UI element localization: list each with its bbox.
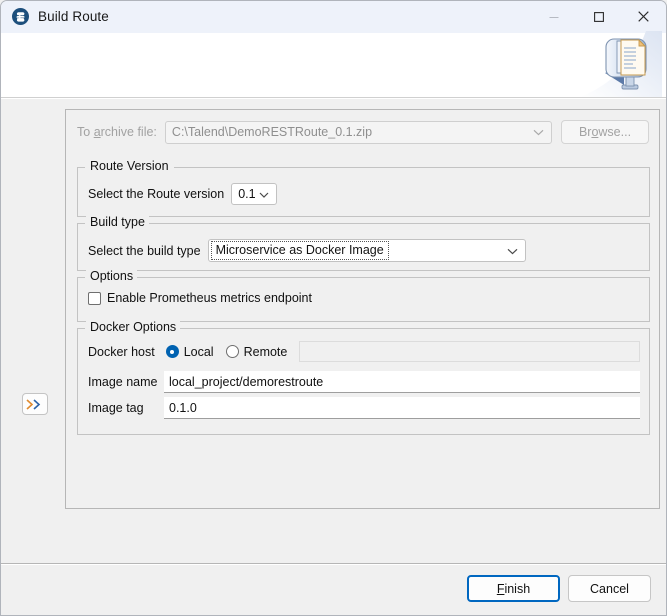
- prometheus-label: Enable Prometheus metrics endpoint: [107, 291, 312, 305]
- docker-host-local-label[interactable]: Local: [184, 345, 214, 359]
- image-name-label: Image name: [88, 375, 160, 389]
- build-type-value: Microservice as Docker Image: [211, 241, 389, 260]
- chevron-down-icon: [533, 123, 544, 141]
- docker-options-group-label: Docker Options: [86, 320, 180, 334]
- titlebar: Build Route: [1, 1, 666, 33]
- options-group-label: Options: [86, 269, 137, 283]
- image-name-field[interactable]: local_project/demorestroute: [164, 371, 640, 393]
- image-tag-value: 0.1.0: [164, 401, 197, 415]
- archive-label-pre: To: [77, 125, 94, 139]
- dialog-banner: [1, 33, 666, 98]
- finish-label-post: inish: [504, 582, 530, 596]
- image-tag-field[interactable]: 0.1.0: [164, 397, 640, 419]
- archive-label-mnemonic: a: [94, 125, 101, 139]
- build-type-combo[interactable]: Microservice as Docker Image: [208, 239, 526, 262]
- prometheus-row: Enable Prometheus metrics endpoint: [88, 291, 312, 305]
- route-version-value: 0.1: [232, 187, 255, 201]
- dialog-body: To archive file: C:\Talend\DemoRESTRoute…: [1, 98, 666, 615]
- prometheus-checkbox[interactable]: [88, 292, 101, 305]
- finish-label-mnemonic: F: [497, 582, 505, 596]
- docker-host-remote-label[interactable]: Remote: [244, 345, 288, 359]
- window-controls: [531, 1, 666, 32]
- chevron-down-icon: [259, 185, 269, 203]
- image-name-row: Image name local_project/demorestroute: [88, 371, 640, 393]
- minimize-icon[interactable]: [531, 1, 576, 32]
- dialog-footer: Finish Cancel: [1, 564, 666, 615]
- docker-host-local-radio[interactable]: [166, 345, 179, 358]
- maximize-icon[interactable]: [576, 1, 621, 32]
- finish-button[interactable]: Finish: [467, 575, 560, 602]
- docker-host-field: [299, 341, 640, 362]
- image-name-value: local_project/demorestroute: [164, 375, 323, 389]
- docker-options-group: Docker Options Docker host Local Remote …: [77, 328, 650, 435]
- image-tag-row: Image tag 0.1.0: [88, 397, 640, 419]
- browse-label-pre: Br: [579, 125, 592, 139]
- route-version-group-label: Route Version: [86, 159, 173, 173]
- archive-file-combo[interactable]: C:\Talend\DemoRESTRoute_0.1.zip: [165, 121, 552, 144]
- docker-host-row: Docker host Local Remote: [88, 341, 640, 362]
- archive-file-row: To archive file: C:\Talend\DemoRESTRoute…: [77, 120, 649, 144]
- cancel-label: Cancel: [590, 582, 629, 596]
- build-type-group: Build type Select the build type Microse…: [77, 223, 650, 271]
- screenshot-root: Build Route: [0, 0, 667, 616]
- archive-file-label: To archive file:: [77, 125, 157, 139]
- window-title: Build Route: [38, 9, 109, 24]
- route-version-row: Select the Route version 0.1: [88, 183, 277, 205]
- build-type-label: Select the build type: [88, 244, 201, 258]
- route-version-label: Select the Route version: [88, 187, 224, 201]
- docker-host-label: Docker host: [88, 345, 155, 359]
- archive-label-post: rchive file:: [101, 125, 157, 139]
- archive-file-value: C:\Talend\DemoRESTRoute_0.1.zip: [166, 125, 372, 139]
- route-version-group: Route Version Select the Route version 0…: [77, 167, 650, 217]
- content-panel: To archive file: C:\Talend\DemoRESTRoute…: [65, 109, 660, 509]
- close-icon[interactable]: [621, 1, 666, 32]
- docker-host-remote-radio[interactable]: [226, 345, 239, 358]
- options-group: Options Enable Prometheus metrics endpoi…: [77, 277, 650, 322]
- build-type-row: Select the build type Microservice as Do…: [88, 239, 641, 262]
- talend-logo-icon: [12, 8, 29, 25]
- route-version-combo[interactable]: 0.1: [231, 183, 277, 205]
- browse-button[interactable]: Browse...: [561, 120, 649, 144]
- expand-options-button[interactable]: [22, 393, 48, 415]
- cancel-button[interactable]: Cancel: [568, 575, 651, 602]
- route-document-icon: [576, 31, 662, 97]
- build-route-dialog: Build Route: [0, 0, 667, 616]
- build-type-group-label: Build type: [86, 215, 149, 229]
- image-tag-label: Image tag: [88, 401, 160, 415]
- chevron-down-icon: [507, 242, 518, 260]
- browse-label-post: wse...: [598, 125, 631, 139]
